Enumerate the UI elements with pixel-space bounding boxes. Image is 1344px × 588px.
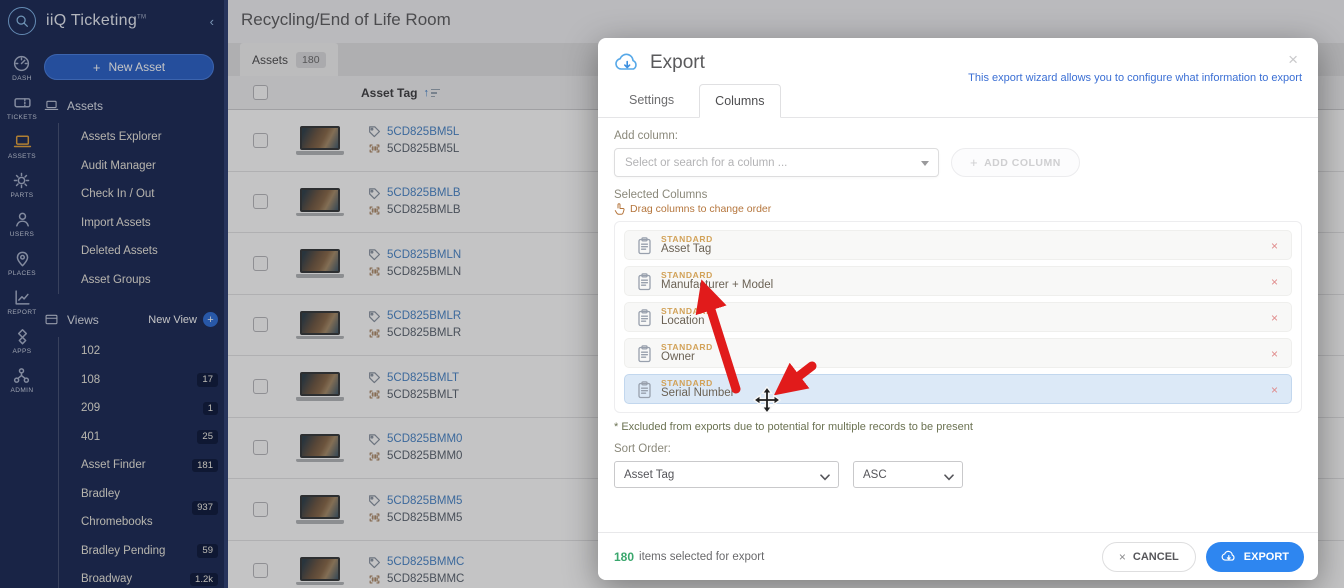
drag-hint: Drag columns to change order	[614, 203, 1302, 215]
modal-footer: 180 items selected for export × CANCEL E…	[598, 532, 1318, 580]
cancel-button[interactable]: × CANCEL	[1102, 542, 1196, 572]
column-type-label: STANDARD	[661, 379, 735, 388]
export-count: 180	[614, 550, 634, 564]
clipboard-icon	[637, 344, 652, 363]
selected-column-asset-tag[interactable]: STANDARDAsset Tag ×	[624, 230, 1292, 260]
remove-column-icon[interactable]: ×	[1271, 311, 1278, 325]
column-name-label: Manufacturer + Model	[661, 279, 773, 291]
export-count-text: items selected for export	[639, 551, 764, 563]
cloud-download-icon	[1221, 550, 1237, 563]
export-button[interactable]: EXPORT	[1206, 542, 1304, 572]
remove-column-icon[interactable]: ×	[1271, 275, 1278, 289]
sort-field-select[interactable]: Asset Tag	[614, 461, 839, 488]
modal-tabs: Settings Columns This export wizard allo…	[598, 84, 1318, 118]
column-type-label: STANDARD	[661, 235, 713, 244]
tab-settings[interactable]: Settings	[614, 84, 689, 117]
close-icon: ×	[1119, 550, 1126, 564]
column-name-label: Serial Number	[661, 387, 735, 399]
column-search-placeholder: Select or search for a column ...	[625, 157, 787, 169]
selected-column-location[interactable]: STANDARDLocation ×	[624, 302, 1292, 332]
column-name-label: Asset Tag	[661, 243, 713, 255]
remove-column-icon[interactable]: ×	[1271, 347, 1278, 361]
clipboard-icon	[637, 308, 652, 327]
export-modal: Export × Settings Columns This export wi…	[598, 38, 1318, 580]
add-column-button[interactable]: + ADD COLUMN	[951, 148, 1080, 177]
modal-title: Export	[650, 52, 705, 74]
clipboard-icon	[637, 272, 652, 291]
column-type-label: STANDARD	[661, 307, 713, 316]
column-type-label: STANDARD	[661, 271, 773, 280]
clipboard-icon	[637, 236, 652, 255]
selected-columns-label: Selected Columns	[614, 189, 1302, 201]
sort-order-label: Sort Order:	[614, 443, 1302, 455]
chevron-down-icon	[921, 161, 929, 166]
selected-columns-list: STANDARDAsset Tag×STANDARDManufacturer +…	[614, 221, 1302, 413]
remove-column-icon[interactable]: ×	[1271, 239, 1278, 253]
remove-column-icon[interactable]: ×	[1271, 383, 1278, 397]
sort-direction-select[interactable]: ASC	[853, 461, 963, 488]
exclusion-footnote: * Excluded from exports due to potential…	[614, 421, 1302, 433]
clipboard-icon	[637, 380, 652, 399]
drag-hand-icon	[614, 203, 625, 215]
app-screen: iiQ TicketingTM ‹ DASHTICKETSASSETSPARTS…	[0, 0, 1344, 588]
selected-column-serial-number[interactable]: STANDARDSerial Number ×	[624, 374, 1292, 404]
column-name-label: Owner	[661, 351, 713, 363]
wizard-helper-text: This export wizard allows you to configu…	[968, 72, 1302, 84]
tab-columns[interactable]: Columns	[699, 84, 780, 118]
column-search-select[interactable]: Select or search for a column ...	[614, 148, 939, 177]
column-type-label: STANDARD	[661, 343, 713, 352]
selected-column-manufacturer-model[interactable]: STANDARDManufacturer + Model ×	[624, 266, 1292, 296]
cloud-download-icon	[614, 52, 641, 74]
close-icon[interactable]: ×	[1282, 48, 1304, 72]
chevron-down-icon	[820, 472, 830, 484]
column-name-label: Location	[661, 315, 713, 327]
plus-icon: +	[970, 155, 978, 170]
selected-column-owner[interactable]: STANDARDOwner ×	[624, 338, 1292, 368]
add-column-label: Add column:	[614, 130, 1302, 142]
modal-header: Export ×	[598, 38, 1318, 74]
chevron-down-icon	[944, 472, 954, 484]
